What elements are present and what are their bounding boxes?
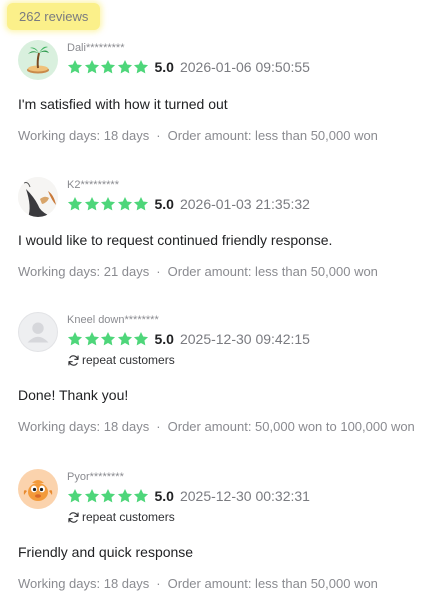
star-icon bbox=[117, 196, 132, 211]
review-item: Kneel down******** 5.0 2025-12-30 09:42:… bbox=[18, 312, 418, 435]
star-icon bbox=[84, 59, 99, 74]
rating-row: 5.0 2026-01-06 09:50:55 bbox=[67, 56, 310, 78]
star-icon bbox=[67, 488, 83, 503]
reviews-panel: 262 reviews Dali********* 5.0 2026-01-06… bbox=[0, 0, 423, 607]
reviewer-nickname: Dali********* bbox=[67, 42, 125, 54]
review-header: Dali********* 5.0 2026-01-06 09:50:55 bbox=[18, 40, 418, 80]
review-item: K2********* 5.0 2026-01-03 21:35:32 I wo… bbox=[18, 177, 418, 280]
rating-score: 5.0 bbox=[154, 331, 174, 347]
separator-dot: · bbox=[156, 576, 161, 591]
rating-score: 5.0 bbox=[154, 196, 174, 212]
review-date: 2025-12-30 09:42:15 bbox=[179, 331, 310, 347]
star-icon bbox=[84, 488, 99, 503]
review-header: Kneel down******** 5.0 2025-12-30 09:42:… bbox=[18, 312, 418, 367]
review-count-badge: 262 reviews bbox=[7, 3, 101, 30]
palm-tree-island-icon bbox=[27, 46, 49, 74]
separator-dot: · bbox=[156, 128, 161, 143]
star-icon bbox=[117, 488, 132, 503]
review-date: 2026-01-03 21:35:32 bbox=[179, 196, 310, 212]
review-text: Friendly and quick response bbox=[18, 544, 194, 560]
review-date: 2025-12-30 00:32:31 bbox=[179, 488, 310, 504]
star-icon bbox=[100, 331, 116, 346]
avatar[interactable] bbox=[18, 177, 58, 217]
bird-photo-icon bbox=[18, 177, 58, 217]
order-amount: Order amount: 50,000 won to 100,000 won bbox=[167, 419, 415, 434]
star-icon bbox=[84, 331, 99, 346]
star-icon bbox=[117, 59, 132, 74]
star-rating bbox=[67, 59, 150, 75]
rating-row: 5.0 2025-12-30 00:32:31 bbox=[67, 485, 310, 507]
review-text: I would like to request continued friend… bbox=[18, 232, 333, 248]
default-user-icon bbox=[27, 322, 49, 343]
star-icon bbox=[67, 196, 83, 211]
star-rating bbox=[67, 331, 150, 347]
reviewer-nickname: K2********* bbox=[67, 179, 119, 191]
orange-fish-icon bbox=[23, 480, 53, 501]
avatar[interactable] bbox=[18, 312, 58, 352]
rating-score: 5.0 bbox=[154, 488, 174, 504]
star-icon bbox=[133, 59, 149, 74]
repeat-customer-label: repeat customers bbox=[82, 353, 175, 367]
order-amount: Order amount: less than 50,000 won bbox=[167, 264, 378, 279]
working-days: Working days: 18 days bbox=[18, 576, 150, 591]
star-icon bbox=[100, 196, 116, 211]
order-info: Working days: 18 days · Order amount: 50,0… bbox=[18, 419, 418, 435]
rating-row: 5.0 2026-01-03 21:35:32 bbox=[67, 193, 310, 215]
star-rating bbox=[67, 196, 150, 212]
review-header: K2********* 5.0 2026-01-03 21:35:32 bbox=[18, 177, 418, 217]
star-icon bbox=[67, 331, 83, 346]
order-amount: Order amount: less than 50,000 won bbox=[167, 576, 378, 591]
review-text: I'm satisfied with how it turned out bbox=[18, 96, 228, 112]
star-icon bbox=[67, 59, 83, 74]
star-icon bbox=[133, 196, 149, 211]
star-rating bbox=[67, 488, 150, 504]
star-icon bbox=[133, 488, 149, 503]
star-icon bbox=[84, 196, 99, 211]
separator-dot: · bbox=[156, 264, 161, 279]
repeat-customer-label: repeat customers bbox=[82, 510, 175, 524]
working-days: Working days: 18 days bbox=[18, 419, 150, 434]
avatar[interactable] bbox=[18, 469, 58, 509]
reviewer-nickname: Pyor******** bbox=[67, 471, 124, 483]
working-days: Working days: 18 days bbox=[18, 128, 150, 143]
repeat-customer-tag: repeat customers bbox=[67, 353, 310, 367]
star-icon bbox=[100, 488, 116, 503]
star-icon bbox=[117, 331, 132, 346]
avatar[interactable] bbox=[18, 40, 58, 80]
working-days: Working days: 21 days bbox=[18, 264, 150, 279]
review-date: 2026-01-06 09:50:55 bbox=[179, 59, 310, 75]
order-amount: Order amount: less than 50,000 won bbox=[167, 128, 378, 143]
review-item: Dali********* 5.0 2026-01-06 09:50:55 I'… bbox=[18, 40, 418, 144]
repeat-icon bbox=[68, 511, 79, 523]
star-icon bbox=[100, 59, 116, 74]
rating-row: 5.0 2025-12-30 09:42:15 bbox=[67, 328, 310, 350]
order-info: Working days: 21 days · Order amount: less… bbox=[18, 264, 418, 280]
repeat-customer-tag: repeat customers bbox=[67, 510, 310, 524]
rating-score: 5.0 bbox=[154, 59, 174, 75]
order-info: Working days: 18 days · Order amount: less… bbox=[18, 128, 418, 144]
review-text: Done! Thank you! bbox=[18, 387, 129, 403]
review-item: Pyor******** 5.0 2025-12-30 00:32:31 rep… bbox=[18, 469, 418, 592]
order-info: Working days: 18 days · Order amount: less… bbox=[18, 576, 418, 592]
repeat-icon bbox=[68, 354, 79, 366]
reviewer-nickname: Kneel down******** bbox=[67, 314, 159, 326]
separator-dot: · bbox=[156, 419, 161, 434]
star-icon bbox=[133, 331, 149, 346]
review-header: Pyor******** 5.0 2025-12-30 00:32:31 rep… bbox=[18, 469, 418, 524]
